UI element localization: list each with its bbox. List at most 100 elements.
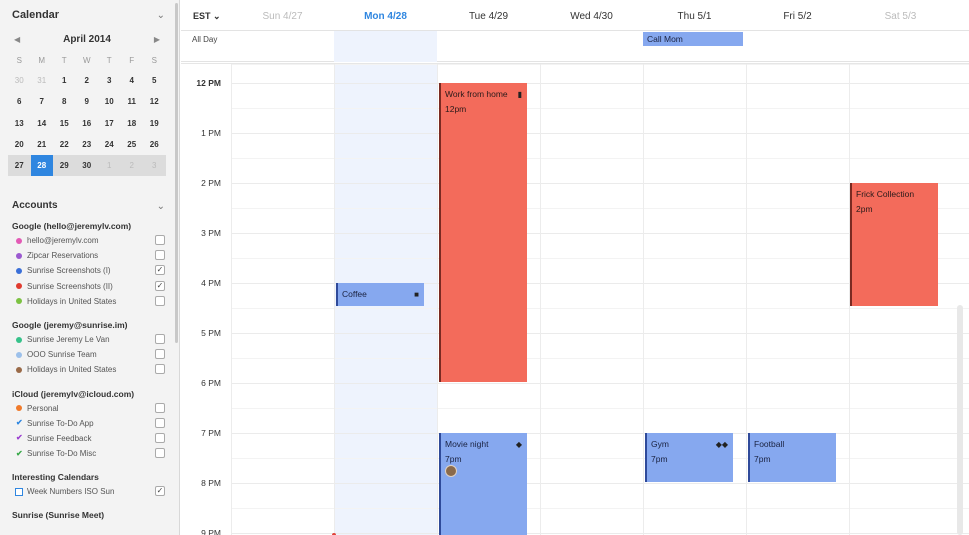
day-header-tue[interactable]: Tue 4/29 bbox=[437, 11, 540, 22]
all-day-row: All Day Call Mom bbox=[181, 31, 969, 62]
mini-calendar-day[interactable]: 14 bbox=[31, 113, 54, 134]
calendar-visibility-checkbox[interactable] bbox=[155, 235, 165, 245]
calendar-visibility-checkbox[interactable] bbox=[155, 448, 165, 459]
calendar-item[interactable]: Week Numbers ISO Sun ✓ bbox=[12, 484, 167, 499]
event-work-from-home[interactable]: Work from home 12pm ▮ bbox=[439, 83, 527, 382]
next-month-icon[interactable]: ▶ bbox=[154, 35, 160, 44]
mini-calendar-day[interactable]: 15 bbox=[53, 113, 76, 134]
calendar-item[interactable]: ✔ Sunrise Feedback bbox=[12, 431, 167, 446]
calendar-visibility-checkbox[interactable]: ✓ bbox=[155, 486, 165, 497]
event-movie-night[interactable]: Movie night 7pm ◆ bbox=[439, 433, 527, 535]
briefcase-icon: ▮ bbox=[517, 90, 522, 99]
mini-calendar-day[interactable]: 10 bbox=[98, 91, 121, 112]
mini-calendar-day[interactable]: 8 bbox=[53, 91, 76, 112]
accounts-section-header[interactable]: Accounts ⌄ bbox=[12, 200, 167, 214]
mini-calendar-day[interactable]: 6 bbox=[8, 91, 31, 112]
mini-calendar-day[interactable]: 27 bbox=[8, 155, 31, 176]
calendar-visibility-checkbox[interactable]: ✓ bbox=[155, 265, 165, 276]
mini-calendar-day[interactable]: 17 bbox=[98, 113, 121, 134]
mini-calendar-day[interactable]: 30 bbox=[76, 155, 99, 176]
calendar-item[interactable]: Zipcar Reservations bbox=[12, 248, 167, 263]
day-header-wed[interactable]: Wed 4/30 bbox=[540, 11, 643, 22]
event-call-mom[interactable]: Call Mom bbox=[643, 32, 743, 46]
day-header-fri[interactable]: Fri 5/2 bbox=[746, 11, 849, 22]
half-hour-line bbox=[231, 64, 969, 65]
mini-calendar-day[interactable]: 7 bbox=[31, 91, 54, 112]
event-football[interactable]: Football 7pm bbox=[748, 433, 836, 482]
mini-calendar-day[interactable]: 18 bbox=[121, 113, 144, 134]
mini-calendar-day[interactable]: 26 bbox=[143, 134, 166, 155]
day-header-mon[interactable]: Mon 4/28 bbox=[334, 11, 437, 22]
mini-calendar-day[interactable]: 2 bbox=[76, 70, 99, 91]
sidebar-scrollbar[interactable] bbox=[175, 3, 178, 343]
hour-label: 1 PM bbox=[201, 128, 221, 138]
mini-calendar-day[interactable]: 19 bbox=[143, 113, 166, 134]
mini-calendar-day[interactable]: 5 bbox=[143, 70, 166, 91]
mini-calendar-day[interactable]: 16 bbox=[76, 113, 99, 134]
mini-calendar-day[interactable]: 30 bbox=[8, 70, 31, 91]
calendar-visibility-checkbox[interactable] bbox=[155, 349, 165, 360]
mini-calendar-day[interactable]: 9 bbox=[76, 91, 99, 112]
mini-calendar-day[interactable]: 20 bbox=[8, 134, 31, 155]
calendar-visibility-checkbox[interactable]: ✓ bbox=[155, 280, 165, 291]
color-dot-icon bbox=[16, 252, 22, 259]
calendar-item[interactable]: Sunrise Jeremy Le Van bbox=[12, 332, 167, 347]
weekday-label: S bbox=[16, 56, 22, 65]
calendar-scrollbar[interactable] bbox=[957, 305, 963, 535]
all-day-label: All Day bbox=[192, 35, 218, 44]
calendar-item[interactable]: Personal bbox=[12, 401, 167, 416]
calendar-visibility-checkbox[interactable] bbox=[155, 432, 165, 443]
calendar-section-header[interactable]: Calendar ⌄ bbox=[12, 9, 167, 23]
mini-calendar-day[interactable]: 12 bbox=[143, 91, 166, 112]
event-gym[interactable]: Gym 7pm ◆◆ bbox=[645, 433, 733, 482]
mini-calendar-day[interactable]: 29 bbox=[53, 155, 76, 176]
hour-label: 6 PM bbox=[201, 378, 221, 388]
mini-calendar-day[interactable]: 3 bbox=[98, 70, 121, 91]
calendar-visibility-checkbox[interactable] bbox=[155, 250, 165, 261]
calendar-item-label: OOO Sunrise Team bbox=[27, 350, 97, 360]
calendar-item[interactable]: Holidays in United States bbox=[12, 362, 167, 377]
event-coffee[interactable]: Coffee ■ bbox=[336, 283, 424, 306]
mini-calendar-day[interactable]: 1 bbox=[53, 70, 76, 91]
calendar-item[interactable]: Holidays in United States bbox=[12, 294, 167, 309]
chevron-down-icon[interactable]: ⌄ bbox=[157, 201, 165, 212]
mini-calendar-day[interactable]: 21 bbox=[31, 134, 54, 155]
mini-calendar-day[interactable]: 2 bbox=[121, 155, 144, 176]
mini-calendar-day[interactable]: 31 bbox=[31, 70, 54, 91]
week-grid[interactable]: 12 PM 1 PM 2 PM 3 PM 4 PM 5 PM 6 PM 7 PM 8 PM 9 P… bbox=[181, 64, 969, 535]
calendar-item[interactable]: hello@jeremylv.com bbox=[12, 233, 167, 248]
calendar-item-label: hello@jeremylv.com bbox=[27, 236, 99, 246]
accounts-list: Google (hello@jeremylv.com) hello@jeremyl… bbox=[12, 219, 167, 522]
mini-calendar-day[interactable]: 25 bbox=[121, 134, 144, 155]
timezone-selector[interactable]: EST ⌄ bbox=[193, 11, 221, 22]
mini-calendar-day[interactable]: 11 bbox=[121, 91, 144, 112]
checkmark-icon: ✔ bbox=[16, 433, 23, 443]
calendar-visibility-checkbox[interactable] bbox=[155, 417, 165, 428]
chevron-down-icon[interactable]: ⌄ bbox=[157, 10, 165, 21]
calendar-visibility-checkbox[interactable] bbox=[155, 333, 165, 344]
calendar-visibility-checkbox[interactable] bbox=[155, 295, 165, 306]
calendar-visibility-checkbox[interactable] bbox=[155, 402, 165, 413]
calendar-item[interactable]: OOO Sunrise Team bbox=[12, 347, 167, 362]
day-header-sun[interactable]: Sun 4/27 bbox=[231, 11, 334, 22]
mini-calendar-day[interactable]: 1 bbox=[98, 155, 121, 176]
day-header-thu[interactable]: Thu 5/1 bbox=[643, 11, 746, 22]
day-header-sat[interactable]: Sat 5/3 bbox=[849, 11, 952, 22]
mini-calendar-day[interactable]: 22 bbox=[53, 134, 76, 155]
avatar[interactable] bbox=[445, 465, 457, 477]
calendar-visibility-checkbox[interactable] bbox=[155, 364, 165, 375]
mini-calendar-day[interactable]: 28 bbox=[30, 155, 53, 177]
mini-calendar-day[interactable]: 4 bbox=[121, 70, 144, 91]
calendar-item[interactable]: ✔ Sunrise To-Do App bbox=[12, 416, 167, 431]
half-hour-line bbox=[231, 158, 969, 159]
calendar-item[interactable]: ✔ Sunrise To-Do Misc bbox=[12, 446, 167, 461]
event-frick-collection[interactable]: Frick Collection 2pm bbox=[850, 183, 938, 306]
mini-calendar-day[interactable]: 3 bbox=[143, 155, 166, 176]
mini-calendar-day[interactable]: 13 bbox=[8, 113, 31, 134]
calendar-item[interactable]: Sunrise Screenshots (II) ✓ bbox=[12, 279, 167, 294]
mini-calendar-day[interactable]: 23 bbox=[76, 134, 99, 155]
calendar-item[interactable]: Sunrise Screenshots (I) ✓ bbox=[12, 263, 167, 278]
hour-line bbox=[231, 133, 969, 134]
mini-calendar-day[interactable]: 24 bbox=[98, 134, 121, 155]
